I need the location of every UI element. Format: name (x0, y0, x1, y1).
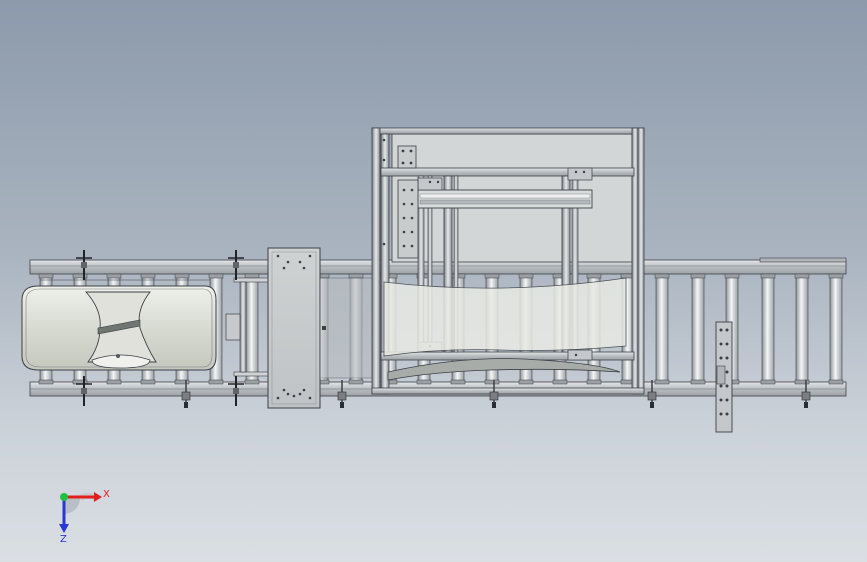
roller (761, 275, 775, 383)
mounting-plate-right[interactable] (715, 321, 733, 433)
assembly-drawing: X Z (21, 127, 847, 545)
roller (245, 275, 259, 383)
z-axis-label: Z (60, 534, 67, 545)
cad-viewport[interactable]: X Z (0, 0, 867, 562)
roller (691, 275, 705, 383)
roller (655, 275, 669, 383)
axis-triad[interactable]: X Z (59, 489, 110, 545)
sensor-marker (322, 326, 326, 330)
slide-plate[interactable] (267, 247, 321, 409)
housing-panel (319, 277, 375, 379)
roller (829, 275, 843, 383)
x-axis-label: X (103, 489, 110, 500)
origin-dot (60, 493, 68, 501)
roller (795, 275, 809, 383)
workpiece-tray[interactable] (21, 279, 217, 371)
z-axis-arrowhead (59, 524, 69, 533)
x-axis-arrowhead (94, 492, 102, 502)
gantry-frame[interactable] (371, 127, 645, 395)
